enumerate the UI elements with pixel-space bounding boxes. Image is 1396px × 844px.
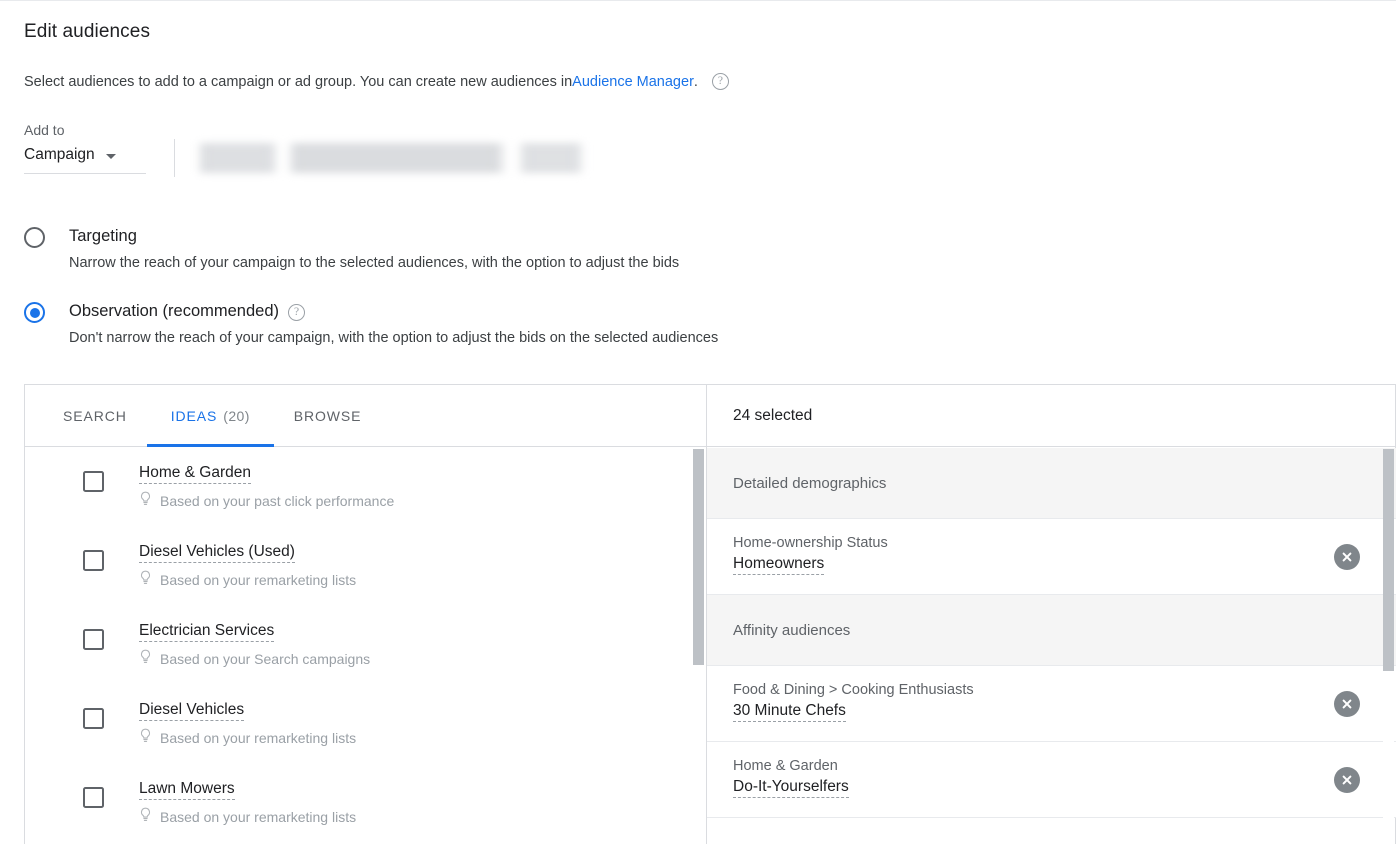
selected-item: Food & Dining > Cooking Enthusiasts 30 M… [707, 666, 1396, 742]
idea-checkbox[interactable] [83, 708, 104, 729]
list-item[interactable]: Home & Garden Based on your past click p… [25, 448, 706, 527]
idea-source-text: Based on your past click performance [160, 492, 395, 509]
selected-count-header: 24 selected [707, 385, 1396, 447]
idea-name[interactable]: Home & Garden [139, 464, 251, 484]
scrollbar-thumb[interactable] [693, 449, 704, 665]
list-item[interactable]: Diesel Vehicles Based on your remarketin… [25, 685, 706, 764]
idea-source: Based on your past click performance [139, 491, 394, 510]
close-circle-icon[interactable] [1334, 690, 1360, 717]
selected-item: Home & Garden Do-It-Yourselfers [707, 742, 1396, 818]
idea-checkbox[interactable] [83, 629, 104, 650]
tab-search-label: SEARCH [63, 407, 127, 424]
scrollbar-thumb[interactable] [1383, 449, 1394, 671]
close-circle-icon[interactable] [1334, 543, 1360, 570]
campaign-name-redacted [196, 143, 586, 173]
observation-label: Observation (recommended) ? [69, 302, 306, 321]
selected-item-name[interactable]: Homeowners [733, 555, 825, 575]
selected-item-category: Food & Dining > Cooking Enthusiasts [733, 682, 974, 698]
idea-name[interactable]: Electrician Services [139, 622, 275, 642]
lightbulb-icon [139, 491, 152, 510]
lightbulb-icon [139, 570, 152, 589]
idea-source: Based on your remarketing lists [139, 728, 356, 747]
group-header-affinity-audiences: Affinity audiences [707, 595, 1396, 666]
idea-list: Home & Garden Based on your past click p… [25, 448, 706, 844]
idea-source: Based on your Search campaigns [139, 649, 370, 668]
chevron-down-icon [105, 154, 116, 159]
selected-item-category: Home & Garden [733, 758, 838, 774]
idea-source-text: Based on your remarketing lists [160, 729, 357, 746]
idea-checkbox[interactable] [83, 471, 104, 492]
add-to-label: Add to [24, 122, 65, 138]
page-title: Edit audiences [24, 21, 151, 42]
selected-count-label: 24 selected [733, 406, 813, 424]
lightbulb-icon [139, 728, 152, 747]
audience-manager-link[interactable]: Audience Manager [572, 74, 694, 90]
targeting-description: Narrow the reach of your campaign to the… [69, 255, 680, 271]
group-header-label: Affinity audiences [733, 621, 851, 639]
close-circle-icon[interactable] [1334, 766, 1360, 793]
edit-audiences-dialog: Edit audiences Select audiences to add t… [0, 0, 1396, 844]
add-to-select[interactable]: Campaign [24, 146, 146, 174]
selected-list-scrollbar[interactable] [1383, 449, 1394, 844]
page-subtitle: Select audiences to add to a campaign or… [24, 73, 729, 90]
lightbulb-icon [139, 649, 152, 668]
help-circle-icon[interactable]: ? [711, 73, 729, 90]
subtitle-suffix-text: . [693, 73, 698, 90]
audience-browser: SEARCH IDEAS (20) BROWSE Home & Garden B… [25, 385, 707, 844]
tab-ideas-label: IDEAS [170, 407, 218, 424]
tab-ideas[interactable]: IDEAS (20) [146, 385, 274, 447]
targeting-label-text: Targeting [69, 227, 137, 245]
idea-source-text: Based on your Search campaigns [160, 650, 371, 667]
tab-browse[interactable]: BROWSE [294, 385, 362, 447]
idea-name[interactable]: Diesel Vehicles [139, 701, 245, 721]
observation-description: Don't narrow the reach of your campaign,… [69, 330, 719, 346]
vertical-divider [174, 139, 175, 177]
subtitle-prefix-text: Select audiences to add to a campaign or… [24, 73, 573, 90]
idea-checkbox[interactable] [83, 787, 104, 808]
tab-ideas-count: (20) [223, 407, 250, 424]
observation-help-icon[interactable]: ? [288, 304, 306, 321]
audience-picker-panel: SEARCH IDEAS (20) BROWSE Home & Garden B… [24, 384, 1396, 844]
selected-item-category: Home-ownership Status [733, 535, 888, 551]
idea-name[interactable]: Lawn Mowers [139, 780, 235, 800]
list-item[interactable]: Lawn Mowers Based on your remarketing li… [25, 764, 706, 843]
targeting-label: Targeting [69, 227, 137, 246]
group-header-label: Detailed demographics [733, 474, 887, 492]
add-to-selected-value: Campaign [24, 146, 95, 163]
selected-item-name[interactable]: Do-It-Yourselfers [733, 778, 849, 798]
lightbulb-icon [139, 807, 152, 826]
idea-source-text: Based on your remarketing lists [160, 571, 357, 588]
selected-item-name[interactable]: 30 Minute Chefs [733, 702, 846, 722]
tab-search[interactable]: SEARCH [63, 385, 127, 447]
tab-browse-label: BROWSE [293, 407, 362, 424]
idea-source: Based on your remarketing lists [139, 570, 356, 589]
observation-label-text: Observation (recommended) [69, 302, 280, 320]
targeting-radio[interactable] [24, 227, 45, 248]
list-item[interactable]: Diesel Vehicles (Used) Based on your rem… [25, 527, 706, 606]
idea-source-text: Based on your remarketing lists [160, 808, 357, 825]
selected-item: Home-ownership Status Homeowners [707, 519, 1396, 595]
idea-source: Based on your remarketing lists [139, 807, 356, 826]
list-item[interactable]: Electrician Services Based on your Searc… [25, 606, 706, 685]
selected-audiences-panel: 24 selected Detailed demographics Home-o… [707, 385, 1396, 844]
tab-bar: SEARCH IDEAS (20) BROWSE [25, 385, 706, 447]
idea-list-scrollbar[interactable] [693, 449, 704, 844]
idea-checkbox[interactable] [83, 550, 104, 571]
group-header-detailed-demographics: Detailed demographics [707, 448, 1396, 519]
observation-radio[interactable] [24, 302, 45, 323]
selected-list: Detailed demographics Home-ownership Sta… [707, 448, 1396, 844]
idea-name[interactable]: Diesel Vehicles (Used) [139, 543, 295, 563]
